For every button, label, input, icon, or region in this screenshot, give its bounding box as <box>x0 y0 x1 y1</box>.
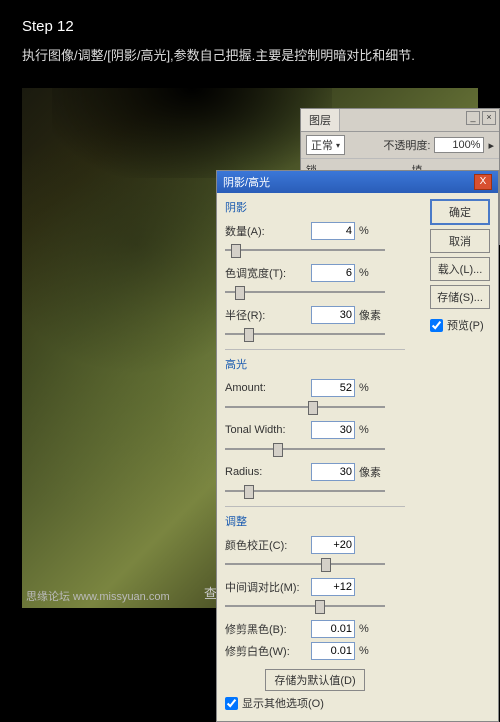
highlight-heading: 高光 <box>225 356 405 372</box>
shadow-tonal-label: 色调宽度(T): <box>225 265 311 281</box>
adjust-heading: 调整 <box>225 513 405 529</box>
close-icon[interactable]: X <box>474 174 492 190</box>
show-more-check-input[interactable] <box>225 697 238 710</box>
percent-unit: % <box>359 267 369 279</box>
highlight-radius-slider[interactable] <box>225 484 385 498</box>
load-button[interactable]: 载入(L)... <box>430 257 490 281</box>
midtone-slider[interactable] <box>225 599 385 613</box>
shadow-radius-slider[interactable] <box>225 327 385 341</box>
shadow-amount-input[interactable] <box>311 222 355 240</box>
panel-window-controls: _ × <box>466 111 496 125</box>
layers-tab[interactable]: 图层 <box>301 109 340 131</box>
shadow-amount-label: 数量(A): <box>225 223 311 239</box>
color-correct-input[interactable] <box>311 536 355 554</box>
preview-check-input[interactable] <box>430 319 443 332</box>
opacity-chevron-icon[interactable]: ▸ <box>488 139 494 152</box>
color-correct-label: 颜色校正(C): <box>225 537 311 553</box>
highlight-amount-slider[interactable] <box>225 400 385 414</box>
shadow-tonal-input[interactable] <box>311 264 355 282</box>
shadow-amount-slider[interactable] <box>225 243 385 257</box>
percent-unit: % <box>359 424 369 436</box>
preview-label: 预览(P) <box>447 317 484 333</box>
pixel-unit: 像素 <box>359 307 381 323</box>
highlight-radius-label: Radius: <box>225 466 311 478</box>
panel-minimize-icon[interactable]: _ <box>466 111 480 125</box>
midtone-label: 中间调对比(M): <box>225 579 311 595</box>
percent-unit: % <box>359 225 369 237</box>
highlight-tonal-slider[interactable] <box>225 442 385 456</box>
highlight-amount-label: Amount: <box>225 382 311 394</box>
pixel-unit: 像素 <box>359 464 381 480</box>
shadow-heading: 阴影 <box>225 199 405 215</box>
highlight-amount-input[interactable] <box>311 379 355 397</box>
panel-close-icon[interactable]: × <box>482 111 496 125</box>
preview-checkbox[interactable]: 预览(P) <box>430 317 490 333</box>
dialog-titlebar[interactable]: 阴影/高光 X <box>217 171 498 193</box>
highlight-radius-input[interactable] <box>311 463 355 481</box>
save-default-button[interactable]: 存储为默认值(D) <box>265 669 364 691</box>
color-correct-slider[interactable] <box>225 557 385 571</box>
clip-white-label: 修剪白色(W): <box>225 643 311 659</box>
shadow-highlight-dialog: 阴影/高光 X 确定 取消 载入(L)... 存储(S)... 预览(P) 阴影… <box>216 170 499 722</box>
percent-unit: % <box>359 382 369 394</box>
save-button[interactable]: 存储(S)... <box>430 285 490 309</box>
ok-button[interactable]: 确定 <box>430 199 490 225</box>
percent-unit: % <box>359 645 369 657</box>
highlight-tonal-input[interactable] <box>311 421 355 439</box>
cancel-button[interactable]: 取消 <box>430 229 490 253</box>
clip-black-input[interactable] <box>311 620 355 638</box>
clip-white-input[interactable] <box>311 642 355 660</box>
opacity-input[interactable]: 100% <box>434 137 484 153</box>
show-more-checkbox[interactable]: 显示其他选项(O) <box>225 695 405 711</box>
percent-unit: % <box>359 623 369 635</box>
watermark-left: 思缘论坛 www.missyuan.com <box>26 588 170 604</box>
opacity-label: 不透明度: <box>383 137 430 153</box>
instruction-text: 执行图像/调整/[阴影/高光],参数自己把握.主要是控制明暗对比和细节. <box>0 35 500 72</box>
dialog-title: 阴影/高光 <box>223 174 270 190</box>
shadow-tonal-slider[interactable] <box>225 285 385 299</box>
midtone-input[interactable] <box>311 578 355 596</box>
highlight-tonal-label: Tonal Width: <box>225 424 311 436</box>
show-more-label: 显示其他选项(O) <box>242 695 324 711</box>
shadow-radius-input[interactable] <box>311 306 355 324</box>
step-number: Step 12 <box>0 0 500 35</box>
blend-mode-select[interactable]: 正常 <box>306 135 345 155</box>
shadow-radius-label: 半径(R): <box>225 307 311 323</box>
hair-overlay <box>52 88 332 178</box>
clip-black-label: 修剪黑色(B): <box>225 621 311 637</box>
